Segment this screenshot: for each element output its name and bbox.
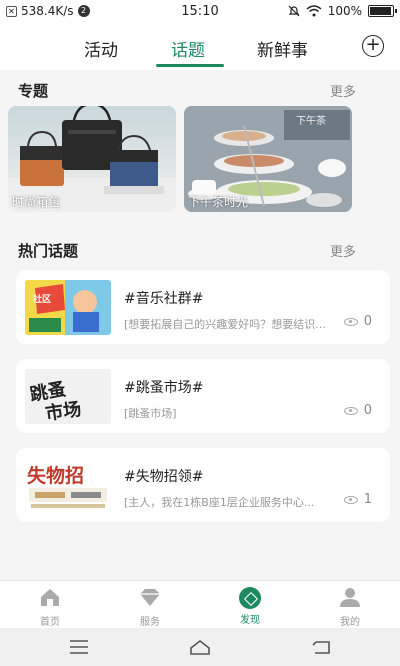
view-count: 0: [343, 403, 372, 418]
diamond-icon: [140, 589, 160, 606]
svg-text:下午茶: 下午茶: [296, 114, 326, 127]
status-right: 100%: [288, 4, 397, 18]
system-nav-bar: [0, 628, 400, 666]
hot-topic-desc: [主人，我在1栋B座1层企业服务中心...: [124, 496, 315, 509]
tab-topics[interactable]: 话题: [171, 36, 205, 61]
view-count-value: 1: [363, 492, 372, 507]
nav-label: 我的: [340, 617, 360, 628]
topics-section-title: 专题: [18, 82, 49, 100]
battery-percent: 100%: [327, 4, 362, 18]
hot-topic-title: #失物招领#: [124, 469, 204, 485]
eye-icon: [343, 406, 358, 415]
home-icon: [41, 589, 59, 606]
status-bar: ✕ 538.4K/s 2 15:10 100%: [0, 0, 400, 24]
hot-topic-title: #音乐社群#: [124, 291, 204, 307]
plus-circle-icon[interactable]: +: [362, 35, 384, 57]
hot-topic-card-lost-found[interactable]: 失物招 #失物招领# [主人，我在1栋B座1层企业服务中心... 1: [16, 448, 390, 522]
home-button-icon[interactable]: [189, 638, 211, 656]
svg-text:失物招: 失物招: [27, 464, 84, 487]
hot-topics-section-title: 热门话题: [18, 242, 79, 260]
nav-item-home[interactable]: 首页: [20, 587, 80, 628]
topic-card-tea[interactable]: 下午茶 下午茶时光: [184, 106, 352, 212]
eye-icon: [343, 317, 358, 326]
view-count-value: 0: [363, 403, 372, 418]
hot-topic-desc: [想要拓展自己的兴趣爱好吗？想要结识...: [124, 318, 326, 331]
topic-card-label: 下午茶时光: [188, 195, 249, 209]
nav-item-discover[interactable]: 发现: [220, 587, 280, 626]
view-count: 0: [343, 314, 372, 329]
mute-icon: [288, 5, 300, 17]
topic-card-label: 时尚箱包: [12, 195, 61, 209]
eye-icon: [343, 495, 358, 504]
top-tab-bar: 活动 话题 新鲜事 +: [0, 24, 400, 70]
tab-activity[interactable]: 活动: [84, 36, 118, 61]
topic-card-bags[interactable]: 时尚箱包: [8, 106, 176, 212]
nav-item-me[interactable]: 我的: [320, 587, 380, 628]
music-topic-thumbnail: 社区: [25, 280, 111, 335]
battery-icon: [368, 5, 397, 17]
view-count: 1: [343, 492, 372, 507]
compass-icon: [239, 587, 261, 609]
lost-found-topic-thumbnail: 失物招: [25, 458, 111, 513]
nav-label: 发现: [240, 615, 260, 626]
hot-topic-card-flea-market[interactable]: 跳蚤 市场 #跳蚤市场# [跳蚤市场] 0: [16, 359, 390, 433]
nav-label: 服务: [140, 617, 160, 628]
wifi-icon: [306, 5, 322, 17]
svg-text:社区: 社区: [32, 293, 51, 305]
view-count-value: 0: [363, 314, 372, 329]
menu-icon[interactable]: [68, 638, 90, 656]
hot-topic-title: #跳蚤市场#: [124, 380, 204, 396]
back-icon[interactable]: [310, 638, 332, 656]
flea-market-topic-thumbnail: 跳蚤 市场: [25, 369, 111, 424]
nav-label: 首页: [40, 617, 60, 628]
hot-topic-card-music[interactable]: 社区 #音乐社群# [想要拓展自己的兴趣爱好吗？想要结识... 0: [16, 270, 390, 344]
person-icon: [340, 588, 360, 607]
discover-content: 专题 更多 时尚箱包 下午茶 下午茶时光 热门话题 更多 社区 #音乐社群# […: [0, 70, 400, 580]
bottom-nav: 首页 服务 发现 我的: [0, 580, 400, 628]
active-tab-indicator: [156, 64, 224, 67]
topics-more-link[interactable]: 更多: [330, 81, 356, 100]
nav-item-service[interactable]: 服务: [120, 587, 180, 628]
hot-topics-more-link[interactable]: 更多: [330, 241, 356, 260]
hot-topic-desc: [跳蚤市场]: [124, 407, 177, 420]
tab-news[interactable]: 新鲜事: [257, 36, 308, 61]
